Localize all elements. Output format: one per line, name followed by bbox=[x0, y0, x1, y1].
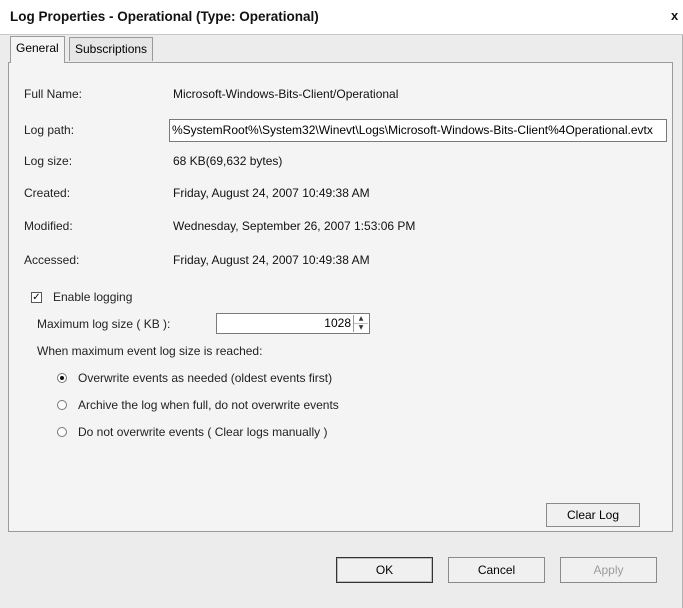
radio-archive[interactable] bbox=[57, 400, 67, 410]
apply-button[interactable]: Apply bbox=[560, 557, 657, 583]
tab-strip: General Subscriptions bbox=[10, 36, 670, 63]
log-path-field[interactable]: %SystemRoot%\System32\Winevt\Logs\Micros… bbox=[169, 119, 667, 142]
window-title: Log Properties - Operational (Type: Oper… bbox=[10, 9, 319, 24]
log-path-label: Log path: bbox=[24, 123, 75, 137]
radio-do-not-overwrite[interactable] bbox=[57, 427, 67, 437]
full-name-value: Microsoft-Windows-Bits-Client/Operationa… bbox=[173, 87, 399, 101]
title-bar: Log Properties - Operational (Type: Oper… bbox=[0, 0, 683, 35]
log-size-value: 68 KB(69,632 bytes) bbox=[173, 154, 283, 168]
modified-value: Wednesday, September 26, 2007 1:53:06 PM bbox=[173, 219, 416, 233]
cancel-button[interactable]: Cancel bbox=[448, 557, 545, 583]
option-overwrite-label: Overwrite events as needed (oldest event… bbox=[78, 371, 333, 385]
log-size-label: Log size: bbox=[24, 154, 73, 168]
general-tab-panel: Full Name: Microsoft-Windows-Bits-Client… bbox=[8, 62, 673, 532]
max-log-size-label: Maximum log size ( KB ): bbox=[37, 317, 171, 331]
radio-overwrite[interactable] bbox=[57, 373, 67, 383]
max-log-size-stepper[interactable]: 1028 ▲ ▼ bbox=[216, 313, 370, 334]
close-icon[interactable]: x bbox=[671, 8, 683, 24]
accessed-label: Accessed: bbox=[24, 253, 80, 267]
full-name-label: Full Name: bbox=[24, 87, 83, 101]
max-log-size-value: 1028 bbox=[324, 316, 351, 330]
tab-general[interactable]: General bbox=[10, 36, 65, 63]
when-reached-label: When maximum event log size is reached: bbox=[37, 344, 263, 358]
created-value: Friday, August 24, 2007 10:49:38 AM bbox=[173, 186, 370, 200]
modified-label: Modified: bbox=[24, 219, 73, 233]
stepper-down-icon[interactable]: ▼ bbox=[354, 324, 368, 332]
option-do-not-overwrite-label: Do not overwrite events ( Clear logs man… bbox=[78, 425, 328, 439]
tab-subscriptions[interactable]: Subscriptions bbox=[69, 37, 154, 61]
radio-selected-dot bbox=[60, 376, 64, 380]
clear-log-button[interactable]: Clear Log bbox=[546, 503, 640, 527]
check-icon: ✓ bbox=[32, 292, 41, 303]
enable-logging-checkbox[interactable]: ✓ bbox=[31, 292, 42, 303]
option-archive-label: Archive the log when full, do not overwr… bbox=[78, 398, 339, 412]
ok-button[interactable]: OK bbox=[336, 557, 433, 583]
stepper-up-icon[interactable]: ▲ bbox=[354, 315, 368, 324]
stepper-buttons: ▲ ▼ bbox=[353, 315, 368, 332]
created-label: Created: bbox=[24, 186, 71, 200]
enable-logging-label: Enable logging bbox=[53, 290, 133, 304]
log-properties-dialog: Log Properties - Operational (Type: Oper… bbox=[0, 0, 683, 608]
accessed-value: Friday, August 24, 2007 10:49:38 AM bbox=[173, 253, 370, 267]
